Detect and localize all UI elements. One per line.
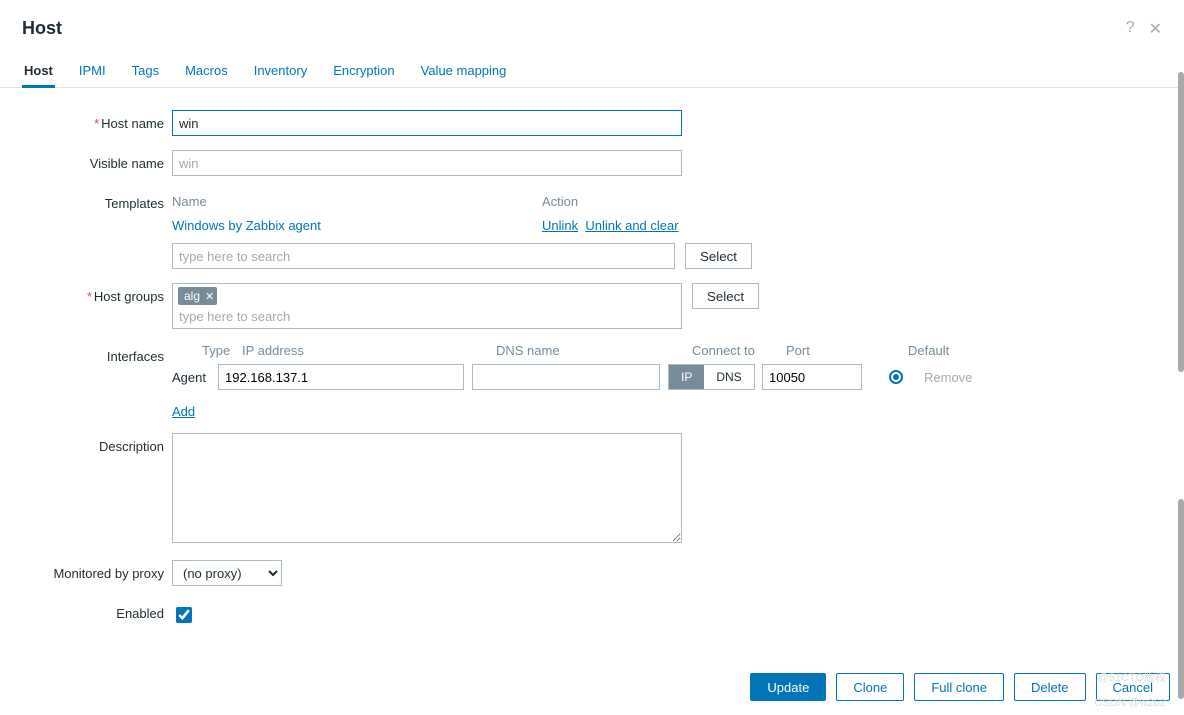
interface-dns-input[interactable]: [472, 364, 660, 390]
close-icon[interactable]: ✕: [1149, 19, 1162, 39]
dialog-title: Host: [22, 18, 62, 39]
enabled-checkbox[interactable]: [176, 607, 192, 623]
action-bar: Update Clone Full clone Delete Cancel: [0, 673, 1170, 701]
tab-macros[interactable]: Macros: [183, 55, 230, 87]
delete-button[interactable]: Delete: [1014, 673, 1086, 701]
scrollbar[interactable]: [1176, 4, 1184, 711]
interface-port-input[interactable]: [762, 364, 862, 390]
templates-search-input[interactable]: [172, 243, 675, 269]
label-proxy: Monitored by proxy: [22, 560, 172, 581]
label-visible-name: Visible name: [22, 150, 172, 171]
help-icon[interactable]: ?: [1126, 19, 1135, 39]
interface-row: Agent IP DNS Remove: [172, 364, 1042, 390]
proxy-select[interactable]: (no proxy): [172, 560, 282, 586]
tab-encryption[interactable]: Encryption: [331, 55, 396, 87]
tab-host[interactable]: Host: [22, 55, 55, 87]
tab-ipmi[interactable]: IPMI: [77, 55, 108, 87]
host-name-input[interactable]: [172, 110, 682, 136]
tab-value-mapping[interactable]: Value mapping: [419, 55, 509, 87]
interface-remove-link: Remove: [924, 370, 972, 385]
label-templates: Templates: [22, 190, 172, 211]
cancel-button[interactable]: Cancel: [1096, 673, 1170, 701]
scrollbar-thumb[interactable]: [1178, 499, 1184, 699]
label-host-name: *Host name: [22, 110, 172, 131]
host-groups-select-button[interactable]: Select: [692, 283, 759, 309]
label-interfaces: Interfaces: [22, 343, 172, 364]
templates-select-button[interactable]: Select: [685, 243, 752, 269]
interface-type-label: Agent: [172, 370, 218, 385]
scrollbar-thumb[interactable]: [1178, 72, 1184, 372]
label-enabled: Enabled: [22, 600, 172, 621]
template-unlink-clear[interactable]: Unlink and clear: [585, 218, 678, 233]
connect-dns-button[interactable]: DNS: [704, 365, 753, 389]
connect-ip-button[interactable]: IP: [669, 365, 704, 389]
template-unlink[interactable]: Unlink: [542, 218, 578, 233]
clone-button[interactable]: Clone: [836, 673, 904, 701]
tab-inventory[interactable]: Inventory: [252, 55, 309, 87]
interface-ip-input[interactable]: [218, 364, 464, 390]
templates-header-name: Name: [172, 190, 542, 215]
form: *Host name Visible name Templates Name A…: [0, 88, 1184, 650]
tabs: Host IPMI Tags Macros Inventory Encrypti…: [0, 45, 1184, 88]
interface-add-link[interactable]: Add: [172, 404, 195, 419]
description-textarea[interactable]: [172, 433, 682, 543]
visible-name-input[interactable]: [172, 150, 682, 176]
label-host-groups: *Host groups: [22, 283, 172, 304]
host-groups-search-input[interactable]: [177, 306, 657, 326]
label-description: Description: [22, 433, 172, 454]
templates-header-action: Action: [542, 190, 578, 215]
host-groups-box[interactable]: alg✕: [172, 283, 682, 329]
interfaces-header: Type IP address DNS name Connect to Port…: [172, 343, 1042, 358]
connect-to-segmented: IP DNS: [668, 364, 755, 390]
tab-tags[interactable]: Tags: [130, 55, 161, 87]
template-link[interactable]: Windows by Zabbix agent: [172, 218, 321, 233]
dialog-header: Host ? ✕: [0, 0, 1184, 45]
full-clone-button[interactable]: Full clone: [914, 673, 1004, 701]
tag-remove-icon[interactable]: ✕: [205, 290, 214, 303]
interface-default-radio[interactable]: [889, 370, 903, 384]
host-group-tag[interactable]: alg✕: [178, 287, 217, 305]
update-button[interactable]: Update: [750, 673, 826, 701]
